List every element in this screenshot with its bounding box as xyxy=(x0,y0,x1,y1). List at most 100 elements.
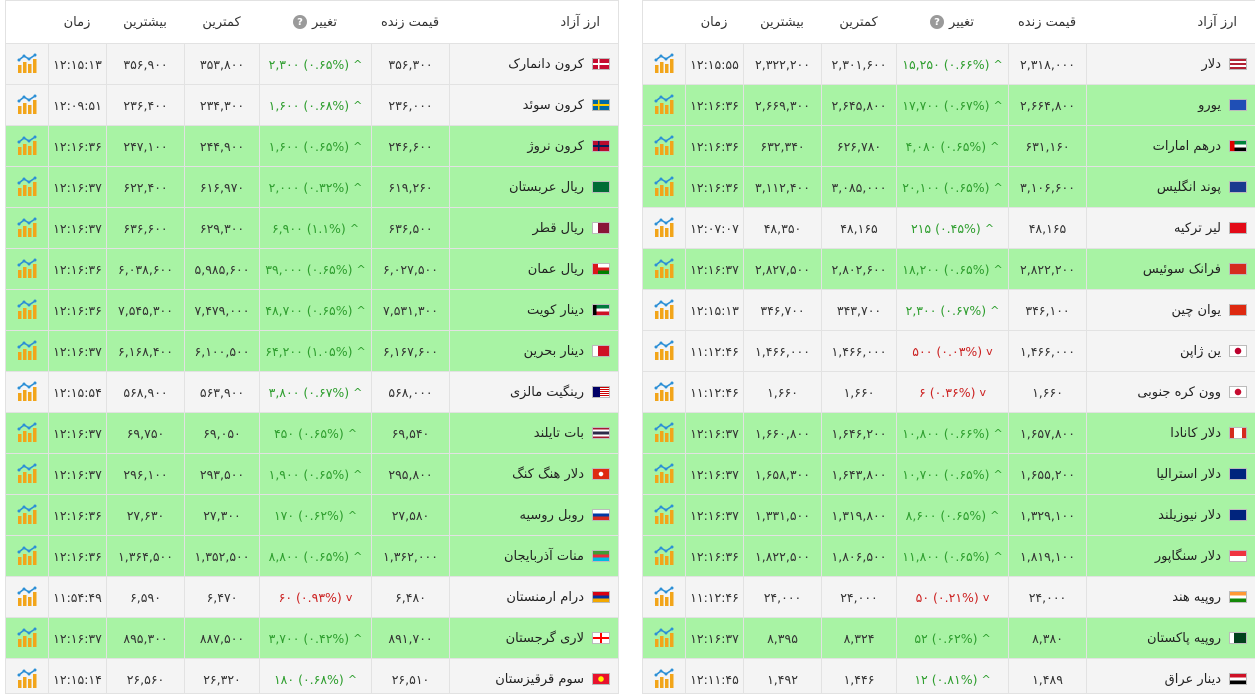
chart-icon[interactable] xyxy=(6,85,48,125)
chart-icon[interactable] xyxy=(643,167,685,207)
currency-name-cell[interactable]: دلار نیوزیلند xyxy=(1086,495,1255,535)
currency-name[interactable]: کرون دانمارک xyxy=(508,57,584,72)
currency-name-cell[interactable]: کرون سوئد xyxy=(449,85,618,125)
currency-name[interactable]: سوم قرقیزستان xyxy=(495,672,584,687)
currency-name[interactable]: رینگیت مالزی xyxy=(510,385,584,400)
table-row[interactable]: روپیه پاکستان ۸,۳۸۰ ۵۲ (۰.۶۲%) ^ ۸,۳۲۴ ۸,۳۹۵ ۱… xyxy=(643,617,1255,658)
table-row[interactable]: ریال قطر ۶۳۶,۵۰۰ ۶,۹۰۰ (۱.۱%) ^ ۶۲۹,۳۰۰ ۶۳۶,۶… xyxy=(6,207,618,248)
currency-name[interactable]: ین ژاپن xyxy=(1180,344,1221,359)
currency-name[interactable]: ریال عربستان xyxy=(509,180,584,195)
currency-name-cell[interactable]: کرون دانمارک xyxy=(449,44,618,84)
table-row[interactable]: درام ارمنستان ۶,۴۸۰ ۶۰ (۰.۹۳%) v ۶,۴۷۰ ۶,۵۹۰ ۱… xyxy=(6,576,618,617)
chart-icon[interactable] xyxy=(6,618,48,658)
currency-name-cell[interactable]: روبل روسیه xyxy=(449,495,618,535)
currency-name[interactable]: دلار استرالیا xyxy=(1156,467,1221,482)
currency-name[interactable]: دلار نیوزیلند xyxy=(1158,508,1221,523)
currency-name[interactable]: روبل روسیه xyxy=(520,508,585,523)
table-row[interactable]: دلار استرالیا ۱,۶۵۵,۲۰۰ ۱۰,۷۰۰ (۰.۶۵%) ^ ۱,۶… xyxy=(643,453,1255,494)
currency-name[interactable]: کرون سوئد xyxy=(523,98,584,113)
table-row[interactable]: روبل روسیه ۲۷,۵۸۰ ۱۷۰ (۰.۶۲%) ^ ۲۷,۳۰۰ ۲۷,۶۳۰… xyxy=(6,494,618,535)
table-row[interactable]: ین ژاپن ۱,۴۶۶,۰۰۰ ۵۰۰ (۰.۰۳%) v ۱,۴۶۶,۰۰۰ ۱,۴… xyxy=(643,330,1255,371)
table-row[interactable]: پوند انگلیس ۳,۱۰۶,۶۰۰ ۲۰,۱۰۰ (۰.۶۵%) ^ ۳,۰۸۵… xyxy=(643,166,1255,207)
table-row[interactable]: دینار عراق ۱,۴۸۹ ۱۲ (۰.۸۱%) ^ ۱,۴۴۶ ۱,۴۹۲ ۱۲:۱… xyxy=(643,658,1255,693)
currency-name[interactable]: لاری گرجستان xyxy=(506,631,584,646)
chart-icon[interactable] xyxy=(6,44,48,84)
currency-name-cell[interactable]: رینگیت مالزی xyxy=(449,372,618,412)
chart-icon[interactable] xyxy=(6,249,48,289)
currency-name-cell[interactable]: سوم قرقیزستان xyxy=(449,659,618,693)
currency-name[interactable]: یوان چین xyxy=(1172,303,1221,318)
currency-name[interactable]: دلار xyxy=(1202,57,1221,72)
currency-name-cell[interactable]: دینار عراق xyxy=(1086,659,1255,693)
chart-icon[interactable] xyxy=(643,454,685,494)
chart-icon[interactable] xyxy=(643,290,685,330)
currency-name-cell[interactable]: دلار سنگاپور xyxy=(1086,536,1255,576)
chart-icon[interactable] xyxy=(643,413,685,453)
currency-name[interactable]: لیر ترکیه xyxy=(1174,221,1221,236)
currency-name[interactable]: پوند انگلیس xyxy=(1157,180,1221,195)
chart-icon[interactable] xyxy=(643,44,685,84)
currency-name-cell[interactable]: یورو xyxy=(1086,85,1255,125)
chart-icon[interactable] xyxy=(6,331,48,371)
currency-name-cell[interactable]: دینار کویت xyxy=(449,290,618,330)
table-row[interactable]: دینار کویت ۷,۵۳۱,۳۰۰ ۴۸,۷۰۰ (۰.۶۵%) ^ ۷,۴۷۹,… xyxy=(6,289,618,330)
chart-icon[interactable] xyxy=(6,536,48,576)
currency-name-cell[interactable]: منات آذربایجان xyxy=(449,536,618,576)
currency-name[interactable]: درهم امارات xyxy=(1153,139,1221,154)
currency-name-cell[interactable]: ریال عمان xyxy=(449,249,618,289)
table-row[interactable]: کرون نروژ ۲۴۶,۶۰۰ ۱,۶۰۰ (۰.۶۵%) ^ ۲۴۴,۹۰۰ ۲۴۷… xyxy=(6,125,618,166)
currency-name[interactable]: منات آذربایجان xyxy=(504,549,584,564)
currency-name-cell[interactable]: روپیه پاکستان xyxy=(1086,618,1255,658)
currency-name[interactable]: بات تایلند xyxy=(534,426,584,441)
currency-name-cell[interactable]: دلار کانادا xyxy=(1086,413,1255,453)
currency-name[interactable]: ریال عمان xyxy=(528,262,584,277)
table-row[interactable]: وون کره جنوبی ۱,۶۶۰ ۶ (۰.۳۶%) v ۱,۶۶۰ ۱,۶۶۰ ۱۱… xyxy=(643,371,1255,412)
currency-name[interactable]: دلار هنگ کنگ xyxy=(512,467,584,482)
table-row[interactable]: رینگیت مالزی ۵۶۸,۰۰۰ ۳,۸۰۰ (۰.۶۷%) ^ ۵۶۳,۹۰۰… xyxy=(6,371,618,412)
table-row[interactable]: دلار سنگاپور ۱,۸۱۹,۱۰۰ ۱۱,۸۰۰ (۰.۶۵%) ^ ۱,۸۰… xyxy=(643,535,1255,576)
currency-name[interactable]: روپیه پاکستان xyxy=(1147,631,1221,646)
chart-icon[interactable] xyxy=(6,577,48,617)
table-row[interactable]: کرون دانمارک ۳۵۶,۳۰۰ ۲,۳۰۰ (۰.۶۵%) ^ ۳۵۳,۸۰۰… xyxy=(6,43,618,84)
chart-icon[interactable] xyxy=(643,372,685,412)
chart-icon[interactable] xyxy=(643,536,685,576)
chart-icon[interactable] xyxy=(643,495,685,535)
currency-name[interactable]: روپیه هند xyxy=(1172,590,1221,605)
help-icon[interactable]: ? xyxy=(930,15,945,29)
table-row[interactable]: درهم امارات ۶۳۱,۱۶۰ ۴,۰۸۰ (۰.۶۵%) ^ ۶۲۶,۷۸۰ ۶… xyxy=(643,125,1255,166)
currency-name[interactable]: فرانک سوئیس xyxy=(1143,262,1221,277)
table-row[interactable]: دلار هنگ کنگ ۲۹۵,۸۰۰ ۱,۹۰۰ (۰.۶۵%) ^ ۲۹۳,۵۰۰… xyxy=(6,453,618,494)
chart-icon[interactable] xyxy=(6,126,48,166)
currency-name[interactable]: دینار کویت xyxy=(527,303,584,318)
currency-name[interactable]: وون کره جنوبی xyxy=(1137,385,1221,400)
table-row[interactable]: بات تایلند ۶۹,۵۴۰ ۴۵۰ (۰.۶۵%) ^ ۶۹,۰۵۰ ۶۹,۷۵۰… xyxy=(6,412,618,453)
table-row[interactable]: روپیه هند ۲۴,۰۰۰ ۵۰ (۰.۲۱%) v ۲۴,۰۰۰ ۲۴,۰۰۰ ۱۱… xyxy=(643,576,1255,617)
table-row[interactable]: منات آذربایجان ۱,۳۶۲,۰۰۰ ۸,۸۰۰ (۰.۶۵%) ^ ۱,۳… xyxy=(6,535,618,576)
currency-name-cell[interactable]: لیر ترکیه xyxy=(1086,208,1255,248)
chart-icon[interactable] xyxy=(643,85,685,125)
currency-name-cell[interactable]: پوند انگلیس xyxy=(1086,167,1255,207)
currency-name[interactable]: کرون نروژ xyxy=(527,139,584,154)
currency-name[interactable]: دلار سنگاپور xyxy=(1155,549,1221,564)
table-row[interactable]: دینار بحرین ۶,۱۶۷,۶۰۰ ۶۴,۲۰۰ (۱.۰۵%) ^ ۶,۱۰۰… xyxy=(6,330,618,371)
currency-name-cell[interactable]: کرون نروژ xyxy=(449,126,618,166)
currency-name-cell[interactable]: فرانک سوئیس xyxy=(1086,249,1255,289)
chart-icon[interactable] xyxy=(6,413,48,453)
currency-name[interactable]: درام ارمنستان xyxy=(506,590,584,605)
currency-name-cell[interactable]: ریال عربستان xyxy=(449,167,618,207)
chart-icon[interactable] xyxy=(6,495,48,535)
table-row[interactable]: ریال عمان ۶,۰۲۷,۵۰۰ ۳۹,۰۰۰ (۰.۶۵%) ^ ۵,۹۸۵,۶… xyxy=(6,248,618,289)
currency-name[interactable]: دینار عراق xyxy=(1165,672,1221,687)
currency-name[interactable]: یورو xyxy=(1198,98,1221,113)
currency-name-cell[interactable]: دلار استرالیا xyxy=(1086,454,1255,494)
currency-name-cell[interactable]: دلار xyxy=(1086,44,1255,84)
table-row[interactable]: دلار نیوزیلند ۱,۳۲۹,۱۰۰ ۸,۶۰۰ (۰.۶۵%) ^ ۱,۳۱… xyxy=(643,494,1255,535)
currency-name-cell[interactable]: ریال قطر xyxy=(449,208,618,248)
currency-name[interactable]: ریال قطر xyxy=(533,221,585,236)
table-row[interactable]: یورو ۲,۶۶۴,۸۰۰ ۱۷,۷۰۰ (۰.۶۷%) ^ ۲,۶۴۵,۸۰۰ ۲,۶… xyxy=(643,84,1255,125)
currency-name-cell[interactable]: وون کره جنوبی xyxy=(1086,372,1255,412)
table-row[interactable]: دلار کانادا ۱,۶۵۷,۸۰۰ ۱۰,۸۰۰ (۰.۶۶%) ^ ۱,۶۴۶… xyxy=(643,412,1255,453)
chart-icon[interactable] xyxy=(643,618,685,658)
table-row[interactable]: ریال عربستان ۶۱۹,۲۶۰ ۲,۰۰۰ (۰.۳۲%) ^ ۶۱۶,۹۷۰… xyxy=(6,166,618,207)
table-row[interactable]: یوان چین ۳۴۶,۱۰۰ ۲,۳۰۰ (۰.۶۷%) ^ ۳۴۳,۷۰۰ ۳۴۶,… xyxy=(643,289,1255,330)
